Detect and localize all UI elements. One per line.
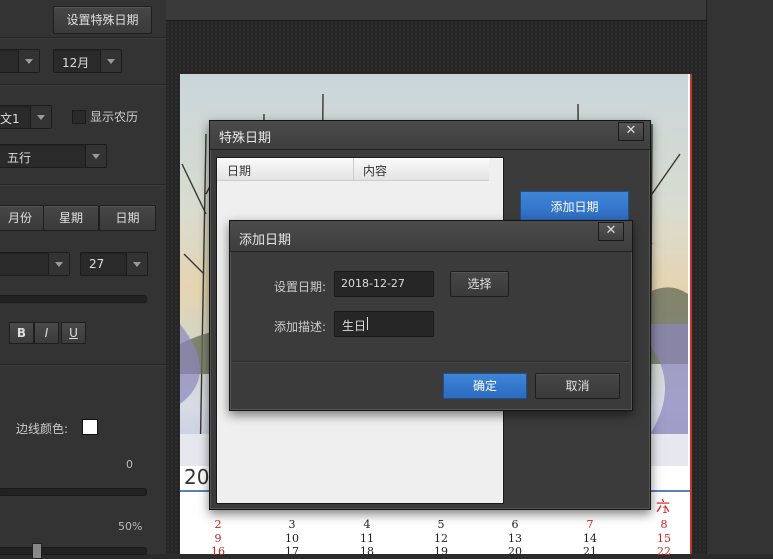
- cancel-button[interactable]: 取消: [535, 373, 620, 399]
- show-lunar-label: 显示农历: [90, 110, 139, 124]
- year-select[interactable]: [0, 49, 40, 73]
- add-date-button[interactable]: 添加日期: [520, 191, 629, 223]
- chevron-down-icon: [100, 50, 121, 72]
- month-select[interactable]: 12月: [53, 49, 122, 73]
- table-header: 日期 内容: [217, 158, 489, 181]
- text-cursor: [367, 317, 368, 330]
- chevron-down-icon: [85, 145, 106, 167]
- divider: [0, 84, 166, 86]
- calendar-day: 14: [583, 532, 597, 545]
- calendar-day: 18: [360, 545, 374, 558]
- close-icon[interactable]: ✕: [618, 122, 644, 141]
- left-settings-panel: 设置特殊日期 12月 文1 显示农历 五行 月份 星期 日期 27 B I U …: [0, 0, 166, 559]
- slider-handle[interactable]: [32, 543, 42, 559]
- calendar-day: 9: [214, 532, 222, 545]
- dialog-titlebar: 特殊日期: [210, 121, 650, 150]
- dialog-titlebar: 添加日期: [230, 221, 632, 252]
- tab-month[interactable]: 月份: [0, 205, 44, 231]
- set-special-date-button[interactable]: 设置特殊日期: [53, 6, 152, 34]
- border-color-label: 边线颜色:: [16, 422, 69, 436]
- calendar-day: 7: [586, 518, 594, 531]
- divider: [0, 184, 166, 186]
- canvas-top-bar: [166, 0, 706, 21]
- calendar-day: 11: [360, 532, 374, 545]
- divider: [0, 364, 166, 366]
- calendar-day: 15: [657, 532, 671, 545]
- divider: [232, 361, 630, 363]
- dialog-title: 添加日期: [239, 233, 292, 248]
- chevron-down-icon: [126, 253, 147, 275]
- calendar-day: 20: [508, 545, 522, 558]
- calendar-day: 19: [434, 545, 448, 558]
- tab-weekday[interactable]: 星期: [43, 205, 99, 231]
- font-family-select[interactable]: [0, 252, 70, 276]
- ok-button[interactable]: 确定: [443, 373, 527, 399]
- calendar-day: 13: [508, 532, 522, 545]
- font-slider[interactable]: [0, 295, 147, 303]
- calendar-day: 4: [363, 518, 371, 531]
- chevron-down-icon: [30, 106, 51, 128]
- calendar-day: 8: [660, 518, 668, 531]
- tab-date[interactable]: 日期: [99, 205, 156, 231]
- divider: [0, 37, 166, 39]
- chevron-down-icon: [18, 50, 39, 72]
- bold-button[interactable]: B: [9, 322, 34, 344]
- date-label: 设置日期:: [274, 280, 327, 294]
- font-size-select[interactable]: 27: [80, 252, 148, 276]
- column-header-date[interactable]: 日期: [227, 162, 251, 179]
- italic-button[interactable]: I: [34, 322, 59, 344]
- border-width-slider[interactable]: [0, 488, 147, 496]
- calendar-day: 17: [285, 545, 299, 558]
- calendar-day: 10: [285, 532, 299, 545]
- calendar-day: 12: [434, 532, 448, 545]
- chevron-down-icon: [48, 253, 69, 275]
- choose-date-button[interactable]: 选择: [450, 271, 509, 297]
- language-select[interactable]: 文1: [0, 105, 52, 129]
- column-divider: [353, 158, 354, 180]
- underline-button[interactable]: U: [61, 322, 86, 344]
- slider-value: 50%: [118, 520, 143, 533]
- close-icon[interactable]: ✕: [598, 222, 624, 241]
- add-date-dialog: 添加日期 ✕ 设置日期: 2018-12-27 选择 添加描述: 生日 确定 取…: [229, 220, 633, 411]
- description-label: 添加描述:: [274, 320, 327, 334]
- calendar-year: 20: [184, 465, 210, 489]
- right-strip: [706, 0, 773, 554]
- column-header-content[interactable]: 内容: [363, 162, 387, 179]
- calendar-day: 6: [511, 518, 519, 531]
- calendar-day: 22: [657, 545, 671, 558]
- show-lunar-checkbox[interactable]: [72, 110, 86, 124]
- calendar-day: 2: [214, 518, 222, 531]
- calendar-day: 16: [211, 545, 225, 558]
- date-input[interactable]: 2018-12-27: [334, 271, 434, 297]
- dialog-title: 特殊日期: [219, 131, 272, 146]
- border-color-swatch[interactable]: [82, 419, 98, 435]
- calendar-day: 3: [288, 518, 296, 531]
- calendar-day: 5: [437, 518, 445, 531]
- slider-value: 0: [126, 458, 133, 471]
- description-input[interactable]: 生日: [334, 311, 434, 337]
- rows-select[interactable]: 五行: [0, 144, 107, 168]
- calendar-day: 21: [583, 545, 597, 558]
- weekday-subscript: 1: [662, 506, 668, 516]
